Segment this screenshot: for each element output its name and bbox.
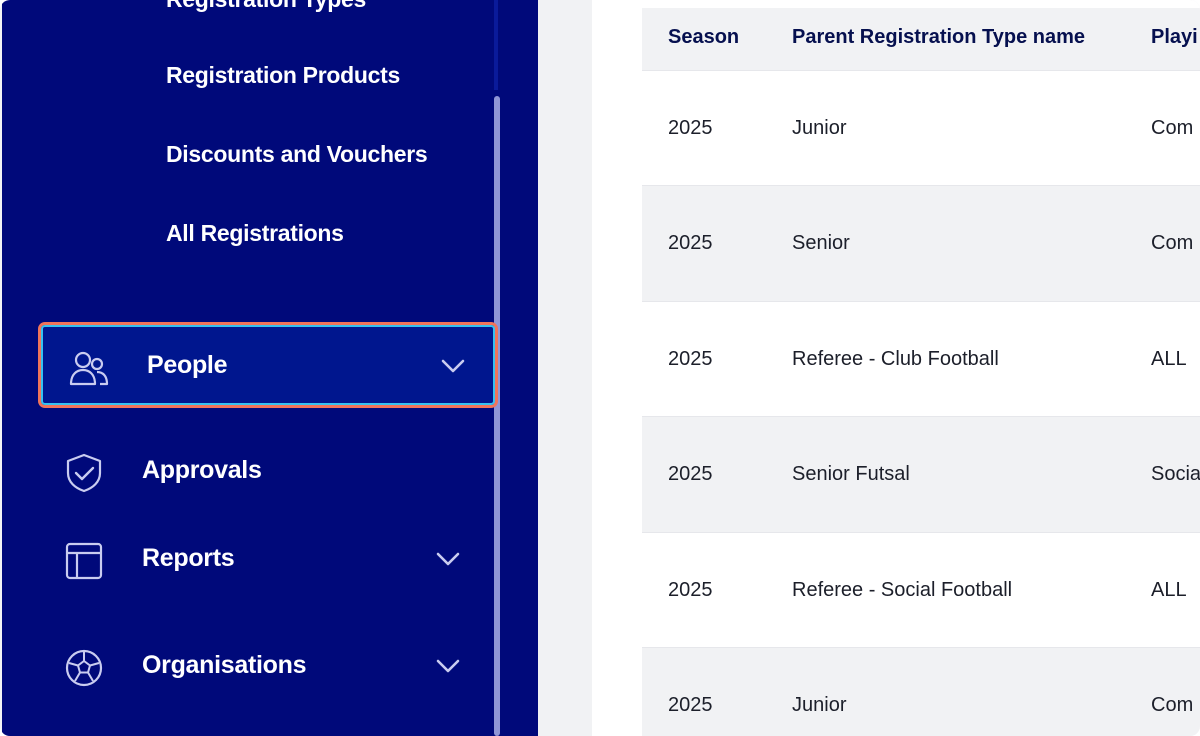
nav-item-people[interactable]: People bbox=[38, 322, 498, 408]
nav-label-approvals: Approvals bbox=[142, 456, 262, 484]
cell-season: 2025 bbox=[668, 348, 713, 370]
nav-label-organisations: Organisations bbox=[142, 651, 307, 679]
registrations-card: Season Parent Registration Type name Pla… bbox=[592, 0, 1200, 736]
nav-label-reports: Reports bbox=[142, 544, 235, 572]
cell-playing: ALL bbox=[1151, 579, 1187, 601]
cell-season: 2025 bbox=[668, 463, 713, 485]
sub-item-registration-types[interactable]: Registration Types bbox=[166, 0, 366, 13]
sub-item-all-registrations[interactable]: All Registrations bbox=[166, 220, 344, 247]
cell-season: 2025 bbox=[668, 694, 713, 716]
nav-item-people-focus: People bbox=[41, 325, 495, 405]
table-row[interactable]: 2025 Junior Com bbox=[642, 647, 1200, 736]
nav-item-approvals[interactable]: Approvals bbox=[38, 430, 498, 516]
cell-parent-type: Senior bbox=[792, 232, 850, 254]
table-row[interactable]: 2025 Senior Futsal Socia bbox=[642, 416, 1200, 532]
cell-playing: Com bbox=[1151, 694, 1194, 716]
cell-playing: Com bbox=[1151, 232, 1194, 254]
nav-item-reports[interactable]: Reports bbox=[38, 518, 498, 604]
cell-parent-type: Referee - Social Football bbox=[792, 579, 1013, 601]
cell-parent-type: Senior Futsal bbox=[792, 463, 910, 485]
cell-season: 2025 bbox=[668, 579, 713, 601]
cell-parent-type: Junior bbox=[792, 117, 847, 139]
shield-check-icon bbox=[66, 453, 102, 493]
chevron-down-icon bbox=[436, 552, 460, 566]
chevron-down-icon bbox=[436, 659, 460, 673]
cell-playing: Socia bbox=[1151, 463, 1200, 485]
chevron-down-icon bbox=[441, 359, 465, 373]
sub-item-discounts-and-vouchers[interactable]: Discounts and Vouchers bbox=[166, 141, 428, 168]
cell-season: 2025 bbox=[668, 232, 713, 254]
soccer-ball-icon bbox=[65, 649, 103, 687]
main-content: Season Parent Registration Type name Pla… bbox=[538, 0, 1200, 736]
sidebar: Registration Types Registration Products… bbox=[2, 0, 538, 736]
reports-icon bbox=[65, 542, 103, 580]
table-row[interactable]: 2025 Referee - Club Football ALL bbox=[642, 301, 1200, 417]
column-header-season[interactable]: Season bbox=[668, 26, 739, 49]
column-header-playing[interactable]: Playi bbox=[1151, 26, 1198, 49]
table-row[interactable]: 2025 Referee - Social Football ALL bbox=[642, 532, 1200, 648]
cell-parent-type: Referee - Club Football bbox=[792, 348, 999, 370]
nav-item-organisations[interactable]: Organisations bbox=[38, 625, 498, 711]
sub-item-registration-products[interactable]: Registration Products bbox=[166, 62, 400, 89]
sidebar-divider bbox=[494, 0, 498, 90]
app-frame: Registration Types Registration Products… bbox=[0, 0, 1200, 736]
cell-season: 2025 bbox=[668, 117, 713, 139]
cell-parent-type: Junior bbox=[792, 694, 847, 716]
table-row[interactable]: 2025 Senior Com bbox=[642, 185, 1200, 301]
nav-label-people: People bbox=[147, 351, 228, 379]
table-header: Season Parent Registration Type name Pla… bbox=[642, 8, 1200, 70]
cell-playing: Com bbox=[1151, 117, 1194, 139]
cell-playing: ALL bbox=[1151, 348, 1187, 370]
column-header-parent-registration-type[interactable]: Parent Registration Type name bbox=[792, 26, 1085, 49]
people-icon bbox=[69, 351, 109, 386]
table-row[interactable]: 2025 Junior Com bbox=[642, 70, 1200, 186]
